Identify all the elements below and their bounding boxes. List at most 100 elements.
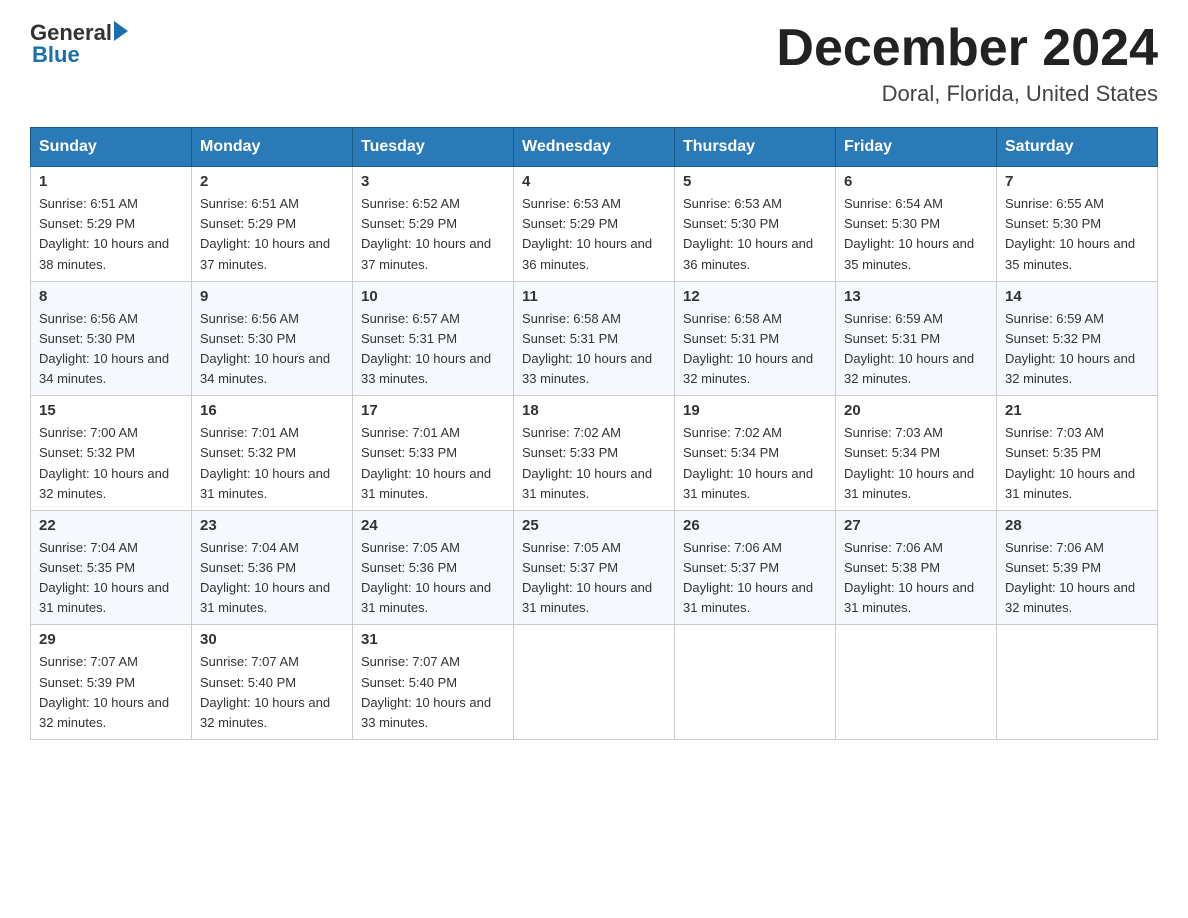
day-number: 29: [39, 631, 183, 648]
day-number: 8: [39, 288, 183, 305]
calendar-cell: 21 Sunrise: 7:03 AM Sunset: 5:35 PM Dayl…: [997, 396, 1158, 511]
day-detail: Sunrise: 7:05 AM Sunset: 5:37 PM Dayligh…: [522, 538, 666, 619]
day-detail: Sunrise: 7:03 AM Sunset: 5:35 PM Dayligh…: [1005, 423, 1149, 504]
day-detail: Sunrise: 7:03 AM Sunset: 5:34 PM Dayligh…: [844, 423, 988, 504]
col-thursday: Thursday: [675, 128, 836, 167]
col-sunday: Sunday: [31, 128, 192, 167]
day-detail: Sunrise: 6:56 AM Sunset: 5:30 PM Dayligh…: [200, 309, 344, 390]
calendar-cell: 20 Sunrise: 7:03 AM Sunset: 5:34 PM Dayl…: [836, 396, 997, 511]
calendar-cell: 9 Sunrise: 6:56 AM Sunset: 5:30 PM Dayli…: [192, 281, 353, 396]
calendar-cell: 17 Sunrise: 7:01 AM Sunset: 5:33 PM Dayl…: [353, 396, 514, 511]
day-detail: Sunrise: 7:01 AM Sunset: 5:32 PM Dayligh…: [200, 423, 344, 504]
day-detail: Sunrise: 7:04 AM Sunset: 5:35 PM Dayligh…: [39, 538, 183, 619]
day-detail: Sunrise: 6:55 AM Sunset: 5:30 PM Dayligh…: [1005, 194, 1149, 275]
month-title: December 2024: [776, 20, 1158, 77]
day-number: 5: [683, 173, 827, 190]
calendar-cell: 25 Sunrise: 7:05 AM Sunset: 5:37 PM Dayl…: [514, 510, 675, 625]
day-detail: Sunrise: 7:00 AM Sunset: 5:32 PM Dayligh…: [39, 423, 183, 504]
day-number: 22: [39, 517, 183, 534]
calendar-cell: 28 Sunrise: 7:06 AM Sunset: 5:39 PM Dayl…: [997, 510, 1158, 625]
day-number: 17: [361, 402, 505, 419]
calendar-cell: 13 Sunrise: 6:59 AM Sunset: 5:31 PM Dayl…: [836, 281, 997, 396]
calendar-cell: [997, 625, 1158, 740]
calendar-cell: 16 Sunrise: 7:01 AM Sunset: 5:32 PM Dayl…: [192, 396, 353, 511]
logo-triangle-icon: [114, 21, 128, 41]
calendar-cell: 14 Sunrise: 6:59 AM Sunset: 5:32 PM Dayl…: [997, 281, 1158, 396]
day-detail: Sunrise: 7:04 AM Sunset: 5:36 PM Dayligh…: [200, 538, 344, 619]
calendar-table: Sunday Monday Tuesday Wednesday Thursday…: [30, 127, 1158, 740]
calendar-cell: 24 Sunrise: 7:05 AM Sunset: 5:36 PM Dayl…: [353, 510, 514, 625]
page-header: General Blue December 2024 Doral, Florid…: [30, 20, 1158, 107]
week-row-3: 15 Sunrise: 7:00 AM Sunset: 5:32 PM Dayl…: [31, 396, 1158, 511]
col-saturday: Saturday: [997, 128, 1158, 167]
day-detail: Sunrise: 7:07 AM Sunset: 5:40 PM Dayligh…: [200, 652, 344, 733]
day-number: 18: [522, 402, 666, 419]
day-number: 3: [361, 173, 505, 190]
calendar-cell: 6 Sunrise: 6:54 AM Sunset: 5:30 PM Dayli…: [836, 167, 997, 282]
calendar-cell: 18 Sunrise: 7:02 AM Sunset: 5:33 PM Dayl…: [514, 396, 675, 511]
day-number: 25: [522, 517, 666, 534]
day-detail: Sunrise: 7:06 AM Sunset: 5:39 PM Dayligh…: [1005, 538, 1149, 619]
calendar-cell: 15 Sunrise: 7:00 AM Sunset: 5:32 PM Dayl…: [31, 396, 192, 511]
logo-blue-text: Blue: [32, 42, 80, 68]
day-detail: Sunrise: 7:05 AM Sunset: 5:36 PM Dayligh…: [361, 538, 505, 619]
calendar-cell: 26 Sunrise: 7:06 AM Sunset: 5:37 PM Dayl…: [675, 510, 836, 625]
title-section: December 2024 Doral, Florida, United Sta…: [776, 20, 1158, 107]
calendar-cell: [836, 625, 997, 740]
calendar-cell: [675, 625, 836, 740]
calendar-cell: 27 Sunrise: 7:06 AM Sunset: 5:38 PM Dayl…: [836, 510, 997, 625]
day-number: 30: [200, 631, 344, 648]
day-number: 15: [39, 402, 183, 419]
week-row-2: 8 Sunrise: 6:56 AM Sunset: 5:30 PM Dayli…: [31, 281, 1158, 396]
day-number: 20: [844, 402, 988, 419]
day-detail: Sunrise: 7:02 AM Sunset: 5:34 PM Dayligh…: [683, 423, 827, 504]
location-title: Doral, Florida, United States: [776, 81, 1158, 107]
day-detail: Sunrise: 7:01 AM Sunset: 5:33 PM Dayligh…: [361, 423, 505, 504]
day-number: 2: [200, 173, 344, 190]
day-number: 26: [683, 517, 827, 534]
day-number: 9: [200, 288, 344, 305]
day-number: 4: [522, 173, 666, 190]
calendar-header-row: Sunday Monday Tuesday Wednesday Thursday…: [31, 128, 1158, 167]
calendar-cell: 31 Sunrise: 7:07 AM Sunset: 5:40 PM Dayl…: [353, 625, 514, 740]
day-detail: Sunrise: 6:53 AM Sunset: 5:29 PM Dayligh…: [522, 194, 666, 275]
col-tuesday: Tuesday: [353, 128, 514, 167]
day-number: 10: [361, 288, 505, 305]
col-friday: Friday: [836, 128, 997, 167]
calendar-cell: 19 Sunrise: 7:02 AM Sunset: 5:34 PM Dayl…: [675, 396, 836, 511]
calendar-cell: [514, 625, 675, 740]
day-number: 1: [39, 173, 183, 190]
calendar-cell: 23 Sunrise: 7:04 AM Sunset: 5:36 PM Dayl…: [192, 510, 353, 625]
calendar-cell: 4 Sunrise: 6:53 AM Sunset: 5:29 PM Dayli…: [514, 167, 675, 282]
day-detail: Sunrise: 7:06 AM Sunset: 5:37 PM Dayligh…: [683, 538, 827, 619]
day-number: 24: [361, 517, 505, 534]
calendar-cell: 8 Sunrise: 6:56 AM Sunset: 5:30 PM Dayli…: [31, 281, 192, 396]
day-detail: Sunrise: 6:59 AM Sunset: 5:31 PM Dayligh…: [844, 309, 988, 390]
day-number: 7: [1005, 173, 1149, 190]
calendar-cell: 22 Sunrise: 7:04 AM Sunset: 5:35 PM Dayl…: [31, 510, 192, 625]
day-number: 31: [361, 631, 505, 648]
day-detail: Sunrise: 6:54 AM Sunset: 5:30 PM Dayligh…: [844, 194, 988, 275]
calendar-cell: 7 Sunrise: 6:55 AM Sunset: 5:30 PM Dayli…: [997, 167, 1158, 282]
day-number: 11: [522, 288, 666, 305]
day-detail: Sunrise: 6:52 AM Sunset: 5:29 PM Dayligh…: [361, 194, 505, 275]
day-detail: Sunrise: 6:56 AM Sunset: 5:30 PM Dayligh…: [39, 309, 183, 390]
day-detail: Sunrise: 7:02 AM Sunset: 5:33 PM Dayligh…: [522, 423, 666, 504]
col-monday: Monday: [192, 128, 353, 167]
day-detail: Sunrise: 6:53 AM Sunset: 5:30 PM Dayligh…: [683, 194, 827, 275]
day-detail: Sunrise: 6:51 AM Sunset: 5:29 PM Dayligh…: [200, 194, 344, 275]
day-detail: Sunrise: 6:59 AM Sunset: 5:32 PM Dayligh…: [1005, 309, 1149, 390]
day-detail: Sunrise: 7:06 AM Sunset: 5:38 PM Dayligh…: [844, 538, 988, 619]
day-number: 16: [200, 402, 344, 419]
week-row-4: 22 Sunrise: 7:04 AM Sunset: 5:35 PM Dayl…: [31, 510, 1158, 625]
logo: General Blue: [30, 20, 128, 68]
calendar-cell: 11 Sunrise: 6:58 AM Sunset: 5:31 PM Dayl…: [514, 281, 675, 396]
day-number: 21: [1005, 402, 1149, 419]
day-number: 27: [844, 517, 988, 534]
day-detail: Sunrise: 6:58 AM Sunset: 5:31 PM Dayligh…: [683, 309, 827, 390]
day-number: 19: [683, 402, 827, 419]
day-number: 12: [683, 288, 827, 305]
calendar-cell: 2 Sunrise: 6:51 AM Sunset: 5:29 PM Dayli…: [192, 167, 353, 282]
day-number: 13: [844, 288, 988, 305]
week-row-1: 1 Sunrise: 6:51 AM Sunset: 5:29 PM Dayli…: [31, 167, 1158, 282]
